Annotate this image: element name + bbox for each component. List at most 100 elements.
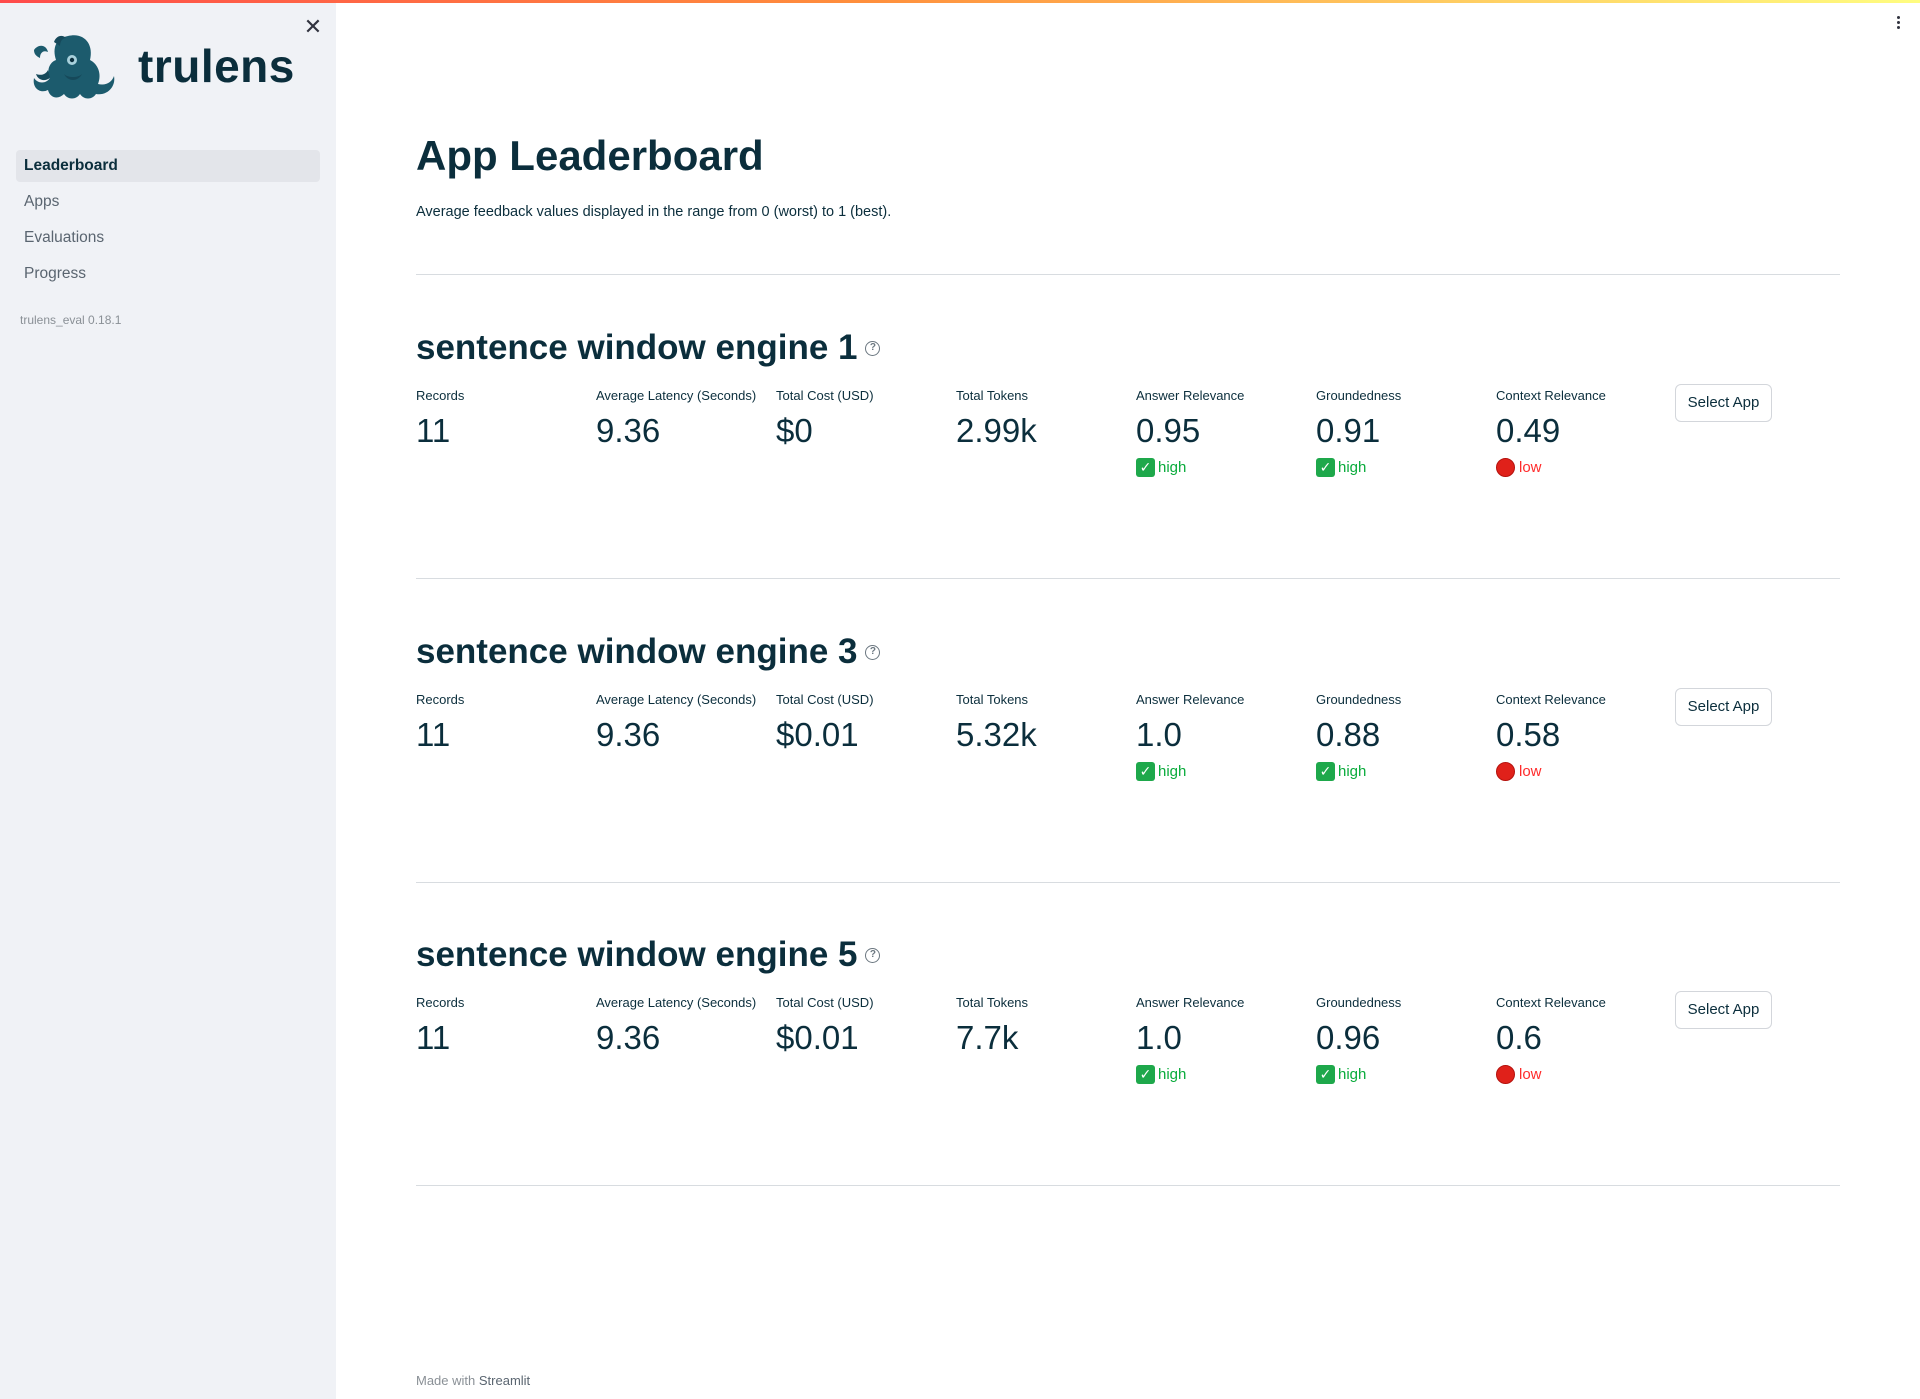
stop-icon (1496, 458, 1515, 477)
metric-value: 0.58 (1496, 716, 1561, 753)
metric-answer-relevance: Answer Relevance 1.0 ✓ high (1136, 692, 1316, 781)
delta-text: high (1338, 459, 1367, 476)
metric-label: Total Tokens (956, 692, 1029, 707)
metric-groundedness: Groundedness 0.91 ✓ high (1316, 388, 1496, 477)
delta-text: high (1158, 1066, 1187, 1083)
metric-label: Groundedness (1316, 995, 1402, 1010)
metric-value: 11 (416, 412, 451, 449)
metric-latency: Average Latency (Seconds) 9.36 (596, 995, 776, 1057)
check-icon: ✓ (1136, 762, 1155, 781)
metric-value: 0.91 (1316, 412, 1381, 449)
metric-latency: Average Latency (Seconds) 9.36 (596, 692, 776, 754)
metric-label: Context Relevance (1496, 995, 1606, 1010)
metric-label: Average Latency (Seconds) (596, 995, 757, 1010)
delta-text: high (1158, 763, 1187, 780)
trulens-logo (33, 35, 115, 99)
metric-answer-relevance: Answer Relevance 1.0 ✓ high (1136, 995, 1316, 1084)
metric-value: 1.0 (1136, 1019, 1182, 1056)
divider (416, 882, 1840, 883)
metric-value: $0.01 (776, 716, 859, 753)
delta-high: ✓ high (1136, 1065, 1316, 1084)
app-title: sentence window engine 1? (416, 328, 881, 368)
sidebar-item-apps[interactable]: Apps (16, 186, 320, 218)
sidebar-item-leaderboard[interactable]: Leaderboard (16, 150, 320, 182)
version-label: trulens_eval 0.18.1 (20, 313, 122, 327)
check-icon: ✓ (1316, 762, 1335, 781)
sidebar-nav: Leaderboard Apps Evaluations Progress (16, 150, 320, 294)
delta-text: low (1519, 763, 1542, 780)
delta-text: high (1338, 763, 1367, 780)
metric-groundedness: Groundedness 0.88 ✓ high (1316, 692, 1496, 781)
metric-cost: Total Cost (USD) $0 (776, 388, 956, 450)
metric-label: Answer Relevance (1136, 692, 1245, 707)
metric-tokens: Total Tokens 5.32k (956, 692, 1136, 754)
metric-label: Groundedness (1316, 388, 1402, 403)
metric-cost: Total Cost (USD) $0.01 (776, 995, 956, 1057)
stop-icon (1496, 1065, 1515, 1084)
app-card: sentence window engine 3? Records 11 Aver… (416, 632, 1840, 832)
logo: trulens (28, 30, 295, 102)
metric-groundedness: Groundedness 0.96 ✓ high (1316, 995, 1496, 1084)
metric-value: 0.88 (1316, 716, 1381, 753)
app-name: sentence window engine 3 (416, 632, 858, 671)
metric-label: Groundedness (1316, 692, 1402, 707)
metric-label: Records (416, 388, 465, 403)
metric-value: 0.96 (1316, 1019, 1381, 1056)
metric-records: Records 11 (416, 692, 596, 754)
metric-value: 11 (416, 1019, 451, 1056)
delta-text: high (1158, 459, 1187, 476)
metric-label: Records (416, 995, 465, 1010)
select-app-button[interactable]: Select App (1675, 688, 1772, 726)
metric-value: 2.99k (956, 412, 1037, 449)
select-app-button[interactable]: Select App (1675, 991, 1772, 1029)
metric-cost: Total Cost (USD) $0.01 (776, 692, 956, 754)
metric-label: Answer Relevance (1136, 995, 1245, 1010)
help-icon[interactable]: ? (865, 947, 881, 963)
metric-label: Average Latency (Seconds) (596, 692, 757, 707)
stop-icon (1496, 762, 1515, 781)
app-title: sentence window engine 5? (416, 935, 881, 975)
metric-tokens: Total Tokens 2.99k (956, 388, 1136, 450)
sidebar-item-evaluations[interactable]: Evaluations (16, 222, 320, 254)
close-icon[interactable]: ✕ (300, 14, 326, 40)
help-icon[interactable]: ? (865, 644, 881, 660)
footer-prefix: Made with (416, 1373, 479, 1388)
metric-tokens: Total Tokens 7.7k (956, 995, 1136, 1057)
metric-label: Context Relevance (1496, 692, 1606, 707)
divider (416, 578, 1840, 579)
metric-label: Total Cost (USD) (776, 995, 874, 1010)
metric-label: Answer Relevance (1136, 388, 1245, 403)
delta-low: low (1496, 458, 1676, 477)
metric-label: Total Tokens (956, 388, 1029, 403)
metric-label: Total Cost (USD) (776, 388, 874, 403)
divider (416, 1185, 1840, 1186)
delta-text: low (1519, 1066, 1542, 1083)
metric-answer-relevance: Answer Relevance 0.95 ✓ high (1136, 388, 1316, 477)
app-name: sentence window engine 1 (416, 328, 858, 367)
app-card: sentence window engine 5? Records 11 Aver… (416, 935, 1840, 1135)
page-caption: Average feedback values displayed in the… (416, 204, 892, 220)
metric-value: $0.01 (776, 1019, 859, 1056)
metric-context-relevance: Context Relevance 0.58 low (1496, 692, 1676, 781)
select-app-button[interactable]: Select App (1675, 384, 1772, 422)
delta-high: ✓ high (1316, 1065, 1496, 1084)
delta-low: low (1496, 762, 1676, 781)
metric-context-relevance: Context Relevance 0.6 low (1496, 995, 1676, 1084)
help-icon[interactable]: ? (865, 340, 881, 356)
delta-high: ✓ high (1316, 762, 1496, 781)
metric-value: 0.49 (1496, 412, 1561, 449)
check-icon: ✓ (1136, 458, 1155, 477)
metric-label: Records (416, 692, 465, 707)
page-title: App Leaderboard (416, 132, 764, 179)
metric-records: Records 11 (416, 995, 596, 1057)
check-icon: ✓ (1316, 1065, 1335, 1084)
footer-link[interactable]: Streamlit (479, 1373, 530, 1388)
metric-label: Average Latency (Seconds) (596, 388, 757, 403)
top-decoration-bar (0, 0, 1920, 3)
metric-latency: Average Latency (Seconds) 9.36 (596, 388, 776, 450)
sidebar-item-progress[interactable]: Progress (16, 258, 320, 290)
delta-text: low (1519, 459, 1542, 476)
metric-value: 11 (416, 716, 451, 753)
menu-icon[interactable] (1890, 14, 1906, 36)
metric-label: Context Relevance (1496, 388, 1606, 403)
